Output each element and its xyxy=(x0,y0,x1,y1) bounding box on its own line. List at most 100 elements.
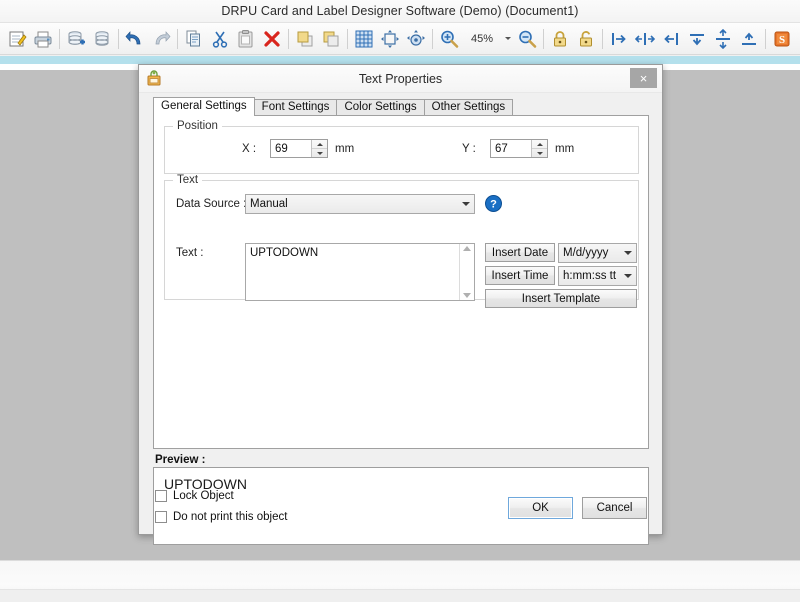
unlock-icon[interactable] xyxy=(573,26,599,52)
tab-color-settings[interactable]: Color Settings xyxy=(336,99,425,116)
align-center-h-icon[interactable] xyxy=(632,26,658,52)
text-properties-dialog: Text Properties × General Settings Font … xyxy=(138,64,663,545)
scroll-up-icon xyxy=(463,246,471,251)
data-source-chevron-down-icon[interactable] xyxy=(458,202,474,206)
text-input-value: UPTODOWN xyxy=(250,247,319,259)
position-group-legend: Position xyxy=(173,120,222,132)
insert-time-button[interactable]: Insert Time xyxy=(485,266,555,285)
bring-to-front-icon[interactable] xyxy=(292,26,318,52)
svg-text:?: ? xyxy=(490,198,497,210)
date-format-value: M/d/yyyy xyxy=(563,247,609,259)
preview-text: UPTODOWN xyxy=(164,476,247,492)
dialog-titlebar: Text Properties × xyxy=(139,65,662,93)
main-toolbar: 45% S xyxy=(0,23,800,55)
align-right-icon[interactable] xyxy=(658,26,684,52)
general-settings-panel: Position X : 69 mm Y : 67 mm Text Data S… xyxy=(153,115,649,449)
print-icon[interactable] xyxy=(30,26,56,52)
text-properties-icon xyxy=(145,69,163,88)
settings-tabstrip: General Settings Font Settings Color Set… xyxy=(153,97,514,116)
currency-symbol-icon[interactable]: S xyxy=(769,26,795,52)
insert-date-button[interactable]: Insert Date xyxy=(485,243,555,262)
preview-box: UPTODOWN xyxy=(153,467,649,545)
cancel-button[interactable]: Cancel xyxy=(582,497,647,519)
data-source-value: Manual xyxy=(250,198,288,210)
ok-button[interactable]: OK xyxy=(508,497,573,519)
text-input[interactable]: UPTODOWN xyxy=(245,243,475,301)
redo-icon[interactable] xyxy=(148,26,174,52)
send-to-back-icon[interactable] xyxy=(318,26,344,52)
svg-text:S: S xyxy=(779,34,785,46)
x-stepper-down-icon[interactable] xyxy=(312,148,327,157)
database-add-icon[interactable] xyxy=(63,26,89,52)
application-window: DRPU Card and Label Designer Software (D… xyxy=(0,0,800,602)
x-unit-label: mm xyxy=(335,143,355,155)
x-stepper-buttons[interactable] xyxy=(311,140,327,157)
lock-object-label: Lock Object xyxy=(173,490,234,502)
date-format-chevron-down-icon[interactable] xyxy=(620,251,636,255)
zoom-in-icon[interactable] xyxy=(436,26,462,52)
y-stepper-down-icon[interactable] xyxy=(532,148,547,157)
insert-template-button[interactable]: Insert Template xyxy=(485,289,637,308)
scroll-down-icon xyxy=(463,293,471,298)
tab-other-settings[interactable]: Other Settings xyxy=(423,99,514,116)
x-position-stepper[interactable]: 69 xyxy=(270,139,328,158)
database-icon[interactable] xyxy=(89,26,115,52)
date-format-select[interactable]: M/d/yyyy xyxy=(558,243,637,263)
y-position-stepper[interactable]: 67 xyxy=(490,139,548,158)
tab-font-settings[interactable]: Font Settings xyxy=(253,99,338,116)
align-bottom-icon[interactable] xyxy=(736,26,762,52)
text-group: Text Data Source : Manual ? Text : UPTOD… xyxy=(164,174,639,308)
new-document-icon[interactable] xyxy=(4,26,30,52)
toolbar-separator xyxy=(118,28,119,49)
toolbar-separator xyxy=(347,28,348,49)
application-title: DRPU Card and Label Designer Software (D… xyxy=(221,4,579,18)
paste-icon[interactable] xyxy=(233,26,259,52)
help-icon[interactable]: ? xyxy=(485,195,502,212)
toolbar-separator xyxy=(288,28,289,49)
x-label: X : xyxy=(242,143,257,155)
toolbar-separator xyxy=(543,28,544,49)
do-not-print-checkbox[interactable] xyxy=(155,511,167,523)
toolbar-separator xyxy=(432,28,433,49)
close-icon[interactable]: × xyxy=(630,68,657,88)
toolbar-separator xyxy=(602,28,603,49)
copy-icon[interactable] xyxy=(181,26,207,52)
y-position-value: 67 xyxy=(495,142,508,155)
tab-general-settings[interactable]: General Settings xyxy=(153,97,255,116)
text-group-legend: Text xyxy=(173,174,203,186)
application-titlebar: DRPU Card and Label Designer Software (D… xyxy=(0,0,800,23)
status-bar xyxy=(0,560,800,602)
status-bar-inner xyxy=(0,589,800,602)
align-middle-v-icon[interactable] xyxy=(710,26,736,52)
toolbar-separator xyxy=(59,28,60,49)
move-object-icon[interactable] xyxy=(377,26,403,52)
y-stepper-buttons[interactable] xyxy=(531,140,547,157)
toolbar-separator xyxy=(765,28,766,49)
align-top-icon[interactable] xyxy=(684,26,710,52)
time-format-chevron-down-icon[interactable] xyxy=(620,274,636,278)
zoom-level-value[interactable]: 45% xyxy=(462,33,502,45)
y-stepper-up-icon[interactable] xyxy=(532,140,547,148)
time-format-select[interactable]: h:mm:ss tt xyxy=(558,266,637,286)
toolbar-separator xyxy=(177,28,178,49)
zoom-dropdown-chevron-down-icon[interactable] xyxy=(502,26,514,52)
data-source-select[interactable]: Manual xyxy=(245,194,475,214)
grid-icon[interactable] xyxy=(351,26,377,52)
lock-icon[interactable] xyxy=(547,26,573,52)
undo-icon[interactable] xyxy=(122,26,148,52)
zoom-out-icon[interactable] xyxy=(514,26,540,52)
lock-object-checkbox[interactable] xyxy=(155,490,167,502)
rotate-object-icon[interactable] xyxy=(403,26,429,52)
canvas-ruler-strip xyxy=(0,56,800,64)
delete-icon[interactable] xyxy=(259,26,285,52)
x-position-value: 69 xyxy=(275,142,288,155)
align-left-icon[interactable] xyxy=(606,26,632,52)
cut-icon[interactable] xyxy=(207,26,233,52)
do-not-print-checkbox-row[interactable]: Do not print this object xyxy=(155,511,287,523)
x-stepper-up-icon[interactable] xyxy=(312,140,327,148)
lock-object-checkbox-row[interactable]: Lock Object xyxy=(155,490,234,502)
time-format-value: h:mm:ss tt xyxy=(563,270,617,282)
text-input-scrollbar[interactable] xyxy=(459,244,474,300)
text-label: Text : xyxy=(176,247,204,259)
dialog-title: Text Properties xyxy=(358,71,443,86)
